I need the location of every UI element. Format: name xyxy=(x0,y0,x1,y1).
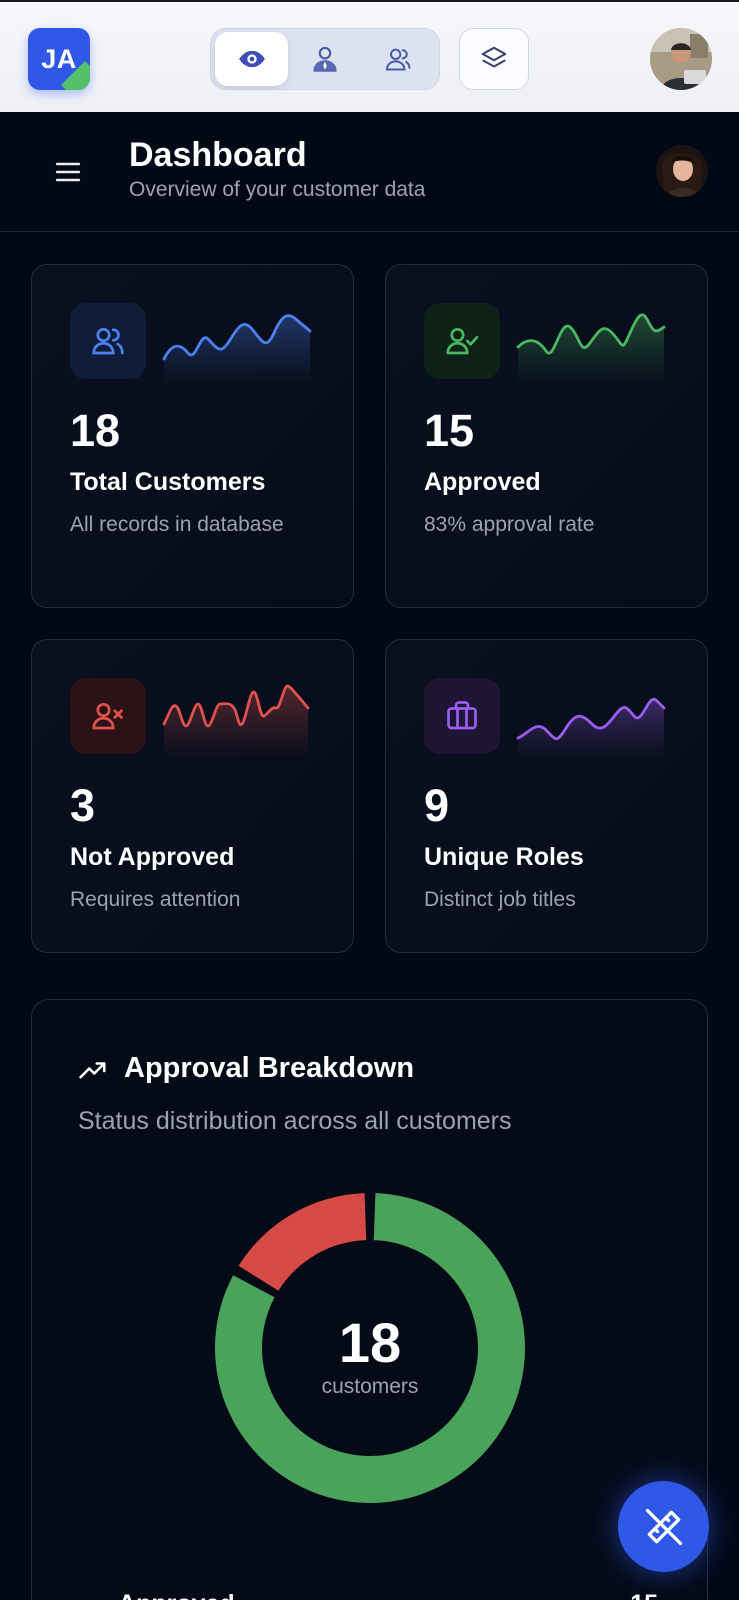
stat-value: 18 xyxy=(70,405,121,456)
stat-label: Not Approved xyxy=(70,843,235,871)
sparkline-total-customers xyxy=(162,314,312,383)
donut-slice-not-approved xyxy=(238,1193,367,1291)
stat-card-not-approved[interactable]: 3 Not Approved Requires attention xyxy=(31,639,354,953)
view-switch xyxy=(210,28,440,90)
stat-value: 3 xyxy=(70,780,96,831)
stat-value: 9 xyxy=(424,780,450,831)
page-subtitle: Overview of your customer data xyxy=(129,178,426,201)
app-logo[interactable]: JA xyxy=(28,28,90,90)
stat-icon-box xyxy=(70,303,146,379)
legend-row-approved: Approved 15 xyxy=(78,1590,668,1600)
stat-label: Unique Roles xyxy=(424,843,584,871)
user-avatar[interactable] xyxy=(650,28,712,90)
users-icon xyxy=(92,327,124,355)
view-user-button[interactable] xyxy=(288,32,361,86)
page-header: Dashboard Overview of your customer data xyxy=(0,112,739,232)
approval-breakdown-card: Approval Breakdown Status distribution a… xyxy=(31,999,708,1600)
stat-icon-box xyxy=(424,678,500,754)
sparkline-unique-roles xyxy=(516,697,666,758)
donut-caption: customers xyxy=(321,1375,419,1398)
stat-card-unique-roles[interactable]: 9 Unique Roles Distinct job titles xyxy=(385,639,708,953)
hamburger-menu-icon xyxy=(55,162,81,182)
stat-description: Distinct job titles xyxy=(424,888,576,911)
view-eye-button[interactable] xyxy=(215,32,289,86)
users-icon xyxy=(386,48,411,71)
stat-icon-box xyxy=(70,678,146,754)
stat-label: Approved xyxy=(424,468,541,496)
ruler-pencil-icon xyxy=(645,1508,682,1545)
page-title: Dashboard xyxy=(129,136,307,174)
menu-button[interactable] xyxy=(52,156,84,188)
stat-card-total-customers[interactable]: 18 Total Customers All records in databa… xyxy=(31,264,354,608)
trending-up-icon xyxy=(79,1062,106,1079)
sparkline-approved xyxy=(516,313,666,383)
design-tools-fab[interactable] xyxy=(618,1481,709,1572)
sparkline-not-approved xyxy=(162,684,310,758)
layers-icon xyxy=(481,46,507,68)
donut-total-value: 18 xyxy=(338,1311,402,1374)
logo-text: JA xyxy=(41,43,77,74)
stat-label: Total Customers xyxy=(70,468,266,496)
top-app-bar: JA xyxy=(0,0,739,112)
briefcase-icon xyxy=(447,701,477,730)
legend-label: Approved xyxy=(118,1590,235,1600)
stat-icon-box xyxy=(424,303,500,379)
user-check-icon xyxy=(446,327,479,355)
stat-description: Requires attention xyxy=(70,888,241,911)
section-subtitle: Status distribution across all customers xyxy=(78,1107,512,1135)
profile-avatar[interactable] xyxy=(656,145,708,197)
user-x-icon xyxy=(92,702,123,730)
section-title: Approval Breakdown xyxy=(124,1052,415,1084)
layers-button[interactable] xyxy=(459,28,529,90)
stat-description: All records in database xyxy=(70,513,284,536)
stat-card-approved[interactable]: 15 Approved 83% approval rate xyxy=(385,264,708,608)
view-users-button[interactable] xyxy=(362,32,435,86)
eye-icon xyxy=(238,50,265,68)
stat-value: 15 xyxy=(424,405,475,456)
user-tie-icon xyxy=(313,46,337,72)
legend-value: 15 xyxy=(630,1590,658,1600)
stat-description: 83% approval rate xyxy=(424,513,595,536)
